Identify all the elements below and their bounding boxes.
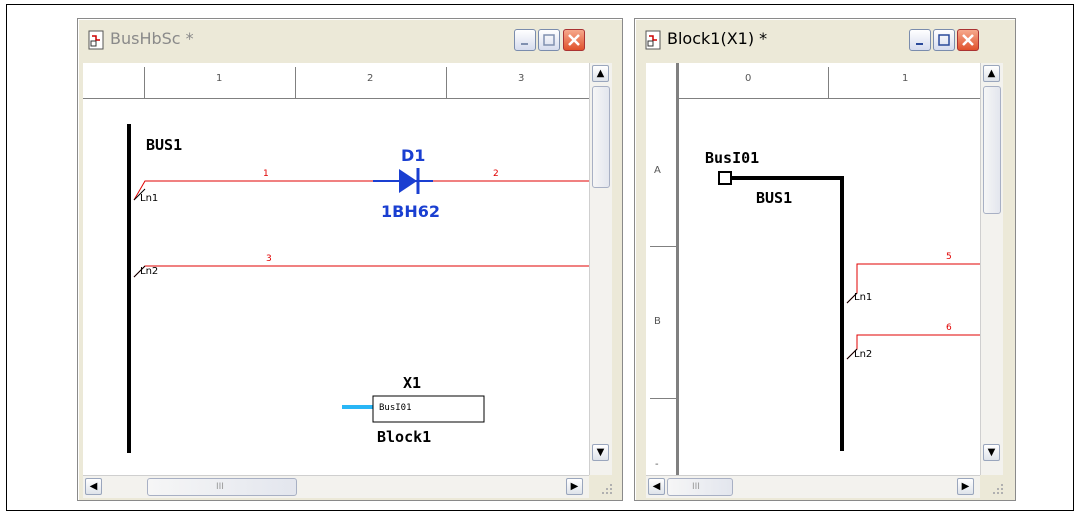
maximize-icon — [938, 34, 950, 46]
hierarchical-port[interactable] — [718, 171, 732, 185]
window-title: Block1(X1) * — [667, 29, 768, 48]
horizontal-scrollbar[interactable]: ◀ III ▶ — [83, 475, 589, 498]
minimize-button[interactable] — [909, 29, 931, 51]
vertical-scroll-thumb[interactable] — [592, 86, 610, 188]
net-label: 5 — [946, 252, 952, 262]
horizontal-scrollbar[interactable]: ◀ III ▶ — [646, 475, 980, 498]
net-label: 6 — [946, 323, 952, 333]
close-button[interactable] — [957, 29, 979, 51]
bus-name-label: BUS1 — [146, 136, 183, 154]
minimize-icon — [916, 43, 923, 45]
scroll-right-button[interactable]: ▶ — [566, 478, 583, 495]
close-icon — [568, 34, 580, 46]
diode-symbol[interactable] — [373, 168, 433, 194]
schematic-drawing — [127, 124, 589, 453]
vertical-scrollbar[interactable]: ▲ ▼ — [589, 63, 612, 475]
net-label: 2 — [493, 169, 499, 179]
schematic-canvas[interactable]: 1 2 3 BUS1 Ln1 Ln2 1 2 3 D1 1BH62 X1 Bus… — [83, 63, 589, 475]
scroll-down-button[interactable]: ▼ — [592, 444, 609, 461]
schematic-page-icon — [88, 30, 104, 50]
schematic-window-block1: Block1(X1) * 0 1 A B - BusI01 BUS1 Ln1 L… — [634, 18, 1016, 501]
vertical-scrollbar[interactable]: ▲ ▼ — [980, 63, 1003, 475]
horizontal-scroll-thumb[interactable]: III — [667, 478, 733, 496]
minimize-button[interactable] — [514, 29, 536, 51]
horizontal-scroll-thumb[interactable]: III — [147, 478, 297, 496]
bus-entry-label: Ln1 — [140, 193, 159, 204]
bus-entry-label: Ln2 — [140, 266, 159, 277]
close-icon — [962, 34, 974, 46]
maximize-icon — [543, 34, 555, 46]
schematic-window-bushbsc: BusHbSc * 1 2 3 BUS1 Ln1 Ln2 1 2 3 D1 1B… — [77, 18, 623, 501]
minimize-icon — [521, 43, 528, 45]
net-wire-1[interactable] — [133, 180, 373, 201]
close-button[interactable] — [563, 29, 585, 51]
scroll-grip: III — [216, 482, 224, 492]
scroll-left-button[interactable]: ◀ — [85, 478, 102, 495]
net-label: 3 — [266, 254, 272, 264]
port-name-label: BusI01 — [705, 149, 760, 167]
resize-grip-icon[interactable] — [988, 479, 1006, 497]
net-label: 1 — [263, 169, 269, 179]
scroll-down-button[interactable]: ▼ — [983, 444, 1000, 461]
scroll-up-button[interactable]: ▲ — [983, 65, 1000, 82]
scroll-up-button[interactable]: ▲ — [592, 65, 609, 82]
schematic-page-icon — [645, 30, 661, 50]
block-port-label: BusI01 — [379, 403, 412, 413]
bus-name-label: BUS1 — [756, 189, 793, 207]
schematic-drawing — [718, 171, 980, 451]
window-title: BusHbSc * — [110, 29, 194, 48]
scroll-right-button[interactable]: ▶ — [957, 478, 974, 495]
bus-entry-label: Ln2 — [854, 349, 873, 360]
title-bar[interactable]: Block1(X1) * — [637, 21, 1013, 55]
scroll-grip: III — [692, 482, 700, 492]
bus-entry-label: Ln1 — [854, 292, 873, 303]
bus-line[interactable] — [730, 176, 844, 451]
resize-grip-icon[interactable] — [597, 479, 615, 497]
block-name-label: Block1 — [377, 428, 432, 446]
schematic-canvas[interactable]: 0 1 A B - BusI01 BUS1 Ln1 Ln2 5 6 — [646, 63, 980, 475]
diode-part-label: 1BH62 — [381, 202, 440, 221]
title-bar[interactable]: BusHbSc * — [80, 21, 620, 55]
block-ref-label: X1 — [403, 374, 422, 392]
diode-ref-label: D1 — [401, 146, 426, 165]
maximize-button[interactable] — [538, 29, 560, 51]
scroll-left-button[interactable]: ◀ — [648, 478, 665, 495]
vertical-scroll-thumb[interactable] — [983, 86, 1001, 214]
maximize-button[interactable] — [933, 29, 955, 51]
net-wire-3[interactable] — [133, 265, 589, 278]
